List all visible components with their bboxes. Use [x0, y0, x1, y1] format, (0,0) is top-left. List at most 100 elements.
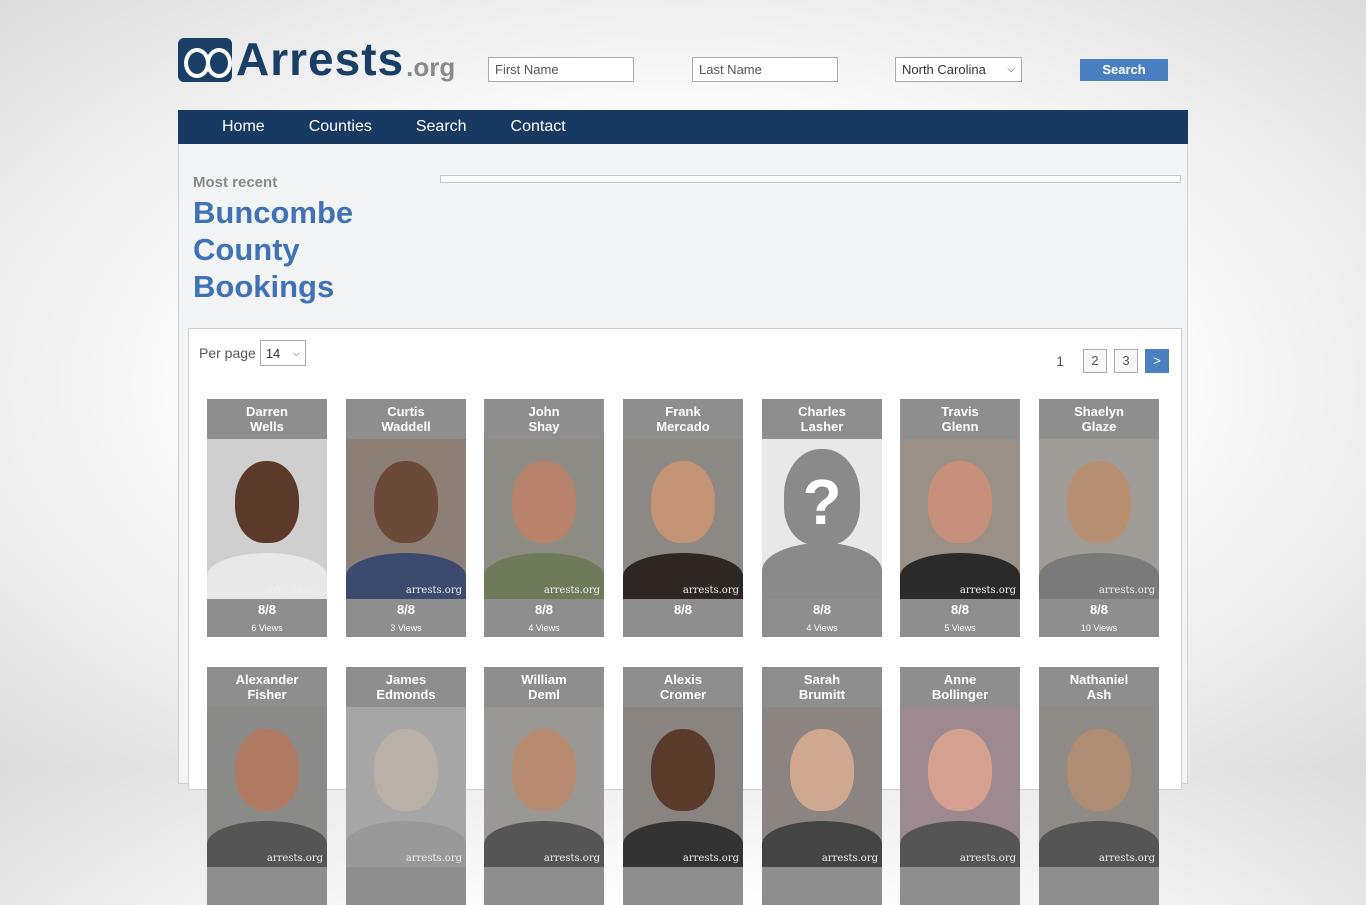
booking-name: Anne Bollinger: [900, 667, 1020, 707]
booking-card[interactable]: Travis Glenn arrests.org 8/8 5 Views: [900, 399, 1020, 637]
booking-card[interactable]: Sarah Brumitt arrests.org: [762, 667, 882, 905]
last-name: Ash: [1086, 687, 1112, 702]
booking-date: 8/8: [950, 602, 970, 617]
current-page: 1: [1056, 353, 1064, 369]
mugshot-photo[interactable]: arrests.org: [900, 707, 1020, 867]
view-count: [207, 889, 327, 905]
last-name: Shay: [528, 419, 560, 434]
mugshot-face: [374, 729, 438, 811]
view-count: [346, 889, 466, 905]
last-name: Mercado: [656, 419, 710, 434]
watermark: arrests.org: [1098, 853, 1155, 864]
mugshot-face: [512, 729, 576, 811]
booking-card[interactable]: Nathaniel Ash arrests.org: [1039, 667, 1159, 905]
booking-card[interactable]: Anne Bollinger arrests.org: [900, 667, 1020, 905]
silhouette-body: [762, 543, 882, 599]
last-name-input[interactable]: Last Name: [692, 57, 838, 82]
site-logo[interactable]: Arrests .org: [178, 36, 455, 82]
view-count: [623, 889, 743, 905]
watermark: arrests.org: [266, 853, 323, 864]
view-count: 4 Views: [528, 623, 560, 633]
main-nav: Home Counties Search Contact: [178, 110, 1188, 144]
mugshot-photo[interactable]: arrests.org: [762, 707, 882, 867]
booking-card[interactable]: Shaelyn Glaze arrests.org 8/8 10 Views: [1039, 399, 1159, 637]
mugshot-photo[interactable]: arrests.org: [484, 439, 604, 599]
nav-counties[interactable]: Counties: [309, 118, 372, 136]
logo-text: Arrests: [236, 33, 405, 85]
booking-card[interactable]: James Edmonds arrests.org: [346, 667, 466, 905]
mugshot-face: [928, 461, 992, 543]
watermark: arrests.org: [959, 585, 1016, 596]
booking-name: James Edmonds: [346, 667, 466, 707]
booking-date: [1039, 867, 1159, 889]
booking-name: William Deml: [484, 667, 604, 707]
booking-card[interactable]: Curtis Waddell arrests.org 8/8 3 Views: [346, 399, 466, 637]
booking-date: 8/8: [812, 602, 832, 617]
first-name: Curtis: [387, 404, 425, 419]
view-count: 5 Views: [944, 623, 976, 633]
nav-search[interactable]: Search: [416, 118, 467, 136]
mugshot-photo[interactable]: arrests.org: [623, 439, 743, 599]
booking-name: Frank Mercado: [623, 399, 743, 439]
watermark: arrests.org: [543, 853, 600, 864]
view-count: [762, 889, 882, 905]
view-count: [1039, 889, 1159, 905]
mugshot-photo[interactable]: arrests.org: [207, 439, 327, 599]
mugshot-photo[interactable]: arrests.org: [623, 707, 743, 867]
booking-card[interactable]: Alexander Fisher arrests.org: [207, 667, 327, 905]
booking-date: 8/8: [673, 602, 693, 617]
first-name: Frank: [665, 404, 701, 419]
mugshot-face: [928, 729, 992, 811]
booking-card[interactable]: John Shay arrests.org 8/8 4 Views: [484, 399, 604, 637]
watermark: arrests.org: [1098, 585, 1155, 596]
booking-name: Sarah Brumitt: [762, 667, 882, 707]
last-name: Cromer: [659, 687, 707, 702]
mugshot-face: [1067, 729, 1131, 811]
last-name: Lasher: [800, 419, 844, 434]
first-name: Charles: [798, 404, 846, 419]
last-name: Deml: [528, 687, 560, 702]
booking-date: 8/8: [1089, 602, 1109, 617]
first-name-input[interactable]: First Name: [488, 57, 634, 82]
first-name: Alexander: [235, 672, 299, 687]
watermark: arrests.org: [959, 853, 1016, 864]
per-page-select[interactable]: 14 ⌵: [259, 340, 306, 366]
page-3-button[interactable]: 3: [1114, 349, 1138, 373]
page-2-button[interactable]: 2: [1083, 349, 1107, 373]
booking-name: Travis Glenn: [900, 399, 1020, 439]
booking-card[interactable]: Charles Lasher? 8/8 4 Views: [762, 399, 882, 637]
mugshot-photo[interactable]: arrests.org: [346, 439, 466, 599]
booking-date: [623, 867, 743, 889]
nav-home[interactable]: Home: [222, 118, 265, 136]
mugshot-photo[interactable]: arrests.org: [484, 707, 604, 867]
mugshot-photo[interactable]: arrests.org: [900, 439, 1020, 599]
view-count: 10 Views: [1080, 623, 1118, 633]
nav-contact[interactable]: Contact: [511, 118, 566, 136]
booking-date: 8/8: [396, 602, 416, 617]
booking-date: [900, 867, 1020, 889]
booking-card[interactable]: Darren Wells arrests.org 8/8 6 Views: [207, 399, 327, 637]
mugshot-face: [790, 729, 854, 811]
chevron-down-icon: ⌵: [293, 347, 300, 358]
mugshot-photo[interactable]: arrests.org: [1039, 707, 1159, 867]
booking-date: [207, 867, 327, 889]
view-count: [484, 889, 604, 905]
first-name: Shaelyn: [1074, 404, 1124, 419]
booking-card[interactable]: William Deml arrests.org: [484, 667, 604, 905]
booking-card[interactable]: Alexis Cromer arrests.org: [623, 667, 743, 905]
first-name: William: [521, 672, 567, 687]
mugshot-photo[interactable]: arrests.org: [346, 707, 466, 867]
booking-name: John Shay: [484, 399, 604, 439]
mugshot-photo[interactable]: arrests.org: [1039, 439, 1159, 599]
chevron-down-icon: ⌵: [1007, 64, 1015, 75]
booking-card[interactable]: Frank Mercado arrests.org 8/8: [623, 399, 743, 637]
next-page-button[interactable]: >: [1145, 349, 1169, 373]
bookings-panel: Per page 14 ⌵ 1 2 3 > Darren Wells arrests…: [188, 328, 1182, 905]
mugshot-photo[interactable]: ?: [762, 439, 882, 599]
search-button[interactable]: Search: [1080, 59, 1168, 81]
booking-name: Shaelyn Glaze: [1039, 399, 1159, 439]
first-name: James: [385, 672, 427, 687]
page-title: Buncombe County Bookings: [193, 195, 354, 304]
state-select[interactable]: North Carolina ⌵: [895, 57, 1022, 82]
mugshot-photo[interactable]: arrests.org: [207, 707, 327, 867]
